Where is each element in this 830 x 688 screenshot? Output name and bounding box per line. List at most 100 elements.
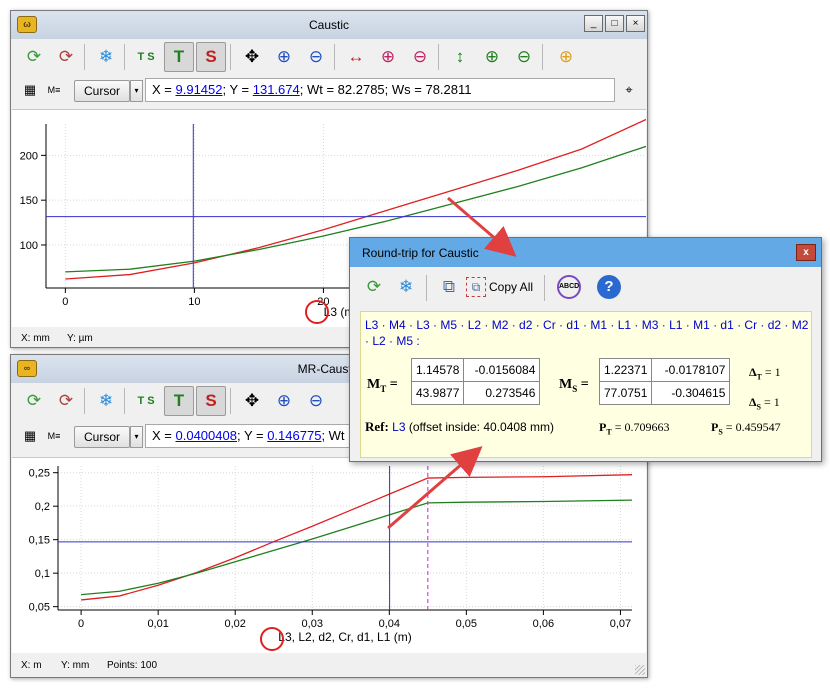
close-button[interactable]: × [626, 15, 645, 32]
mt-label: MT = [367, 377, 398, 394]
ms-a: 1.22371 [598, 358, 653, 382]
help-icon[interactable]: ? [597, 275, 621, 299]
x-tick-label: 0,05 [456, 618, 477, 630]
mt-a: 1.14578 [410, 358, 465, 382]
refresh-icon[interactable]: ⟳ [19, 386, 49, 416]
toolbar-separator [426, 275, 427, 301]
element-path: L3 · M4 · L3 · M5 · L2 · M2 · d2 · Cr · … [365, 318, 809, 348]
round-trip-dialog: Round-trip for Caustic x ⟳ ❄ ⧉ ⧉ Copy Al… [349, 237, 822, 462]
toolbar-separator [84, 388, 85, 414]
y-tick-label: 0,2 [35, 501, 50, 513]
x-axis-label: L3, L2, d2, Cr, d1, L1 (m) [278, 630, 411, 644]
roundtrip-icon[interactable]: ⊕ [551, 42, 581, 72]
readout-x-link[interactable]: 9.91452 [176, 82, 223, 97]
x-tick-label: 0 [62, 296, 68, 308]
ms-matrix: 1.22371 -0.0178107 77.0751 -0.304615 [598, 358, 731, 405]
cursor-mode-dropdown[interactable]: ▾ [130, 426, 143, 448]
plot-s-icon[interactable]: S [196, 386, 226, 416]
x-tick-label: 0,01 [147, 618, 168, 630]
y-tick-label: 0,05 [29, 602, 50, 614]
y-tick-label: 100 [20, 240, 38, 252]
y-tick-label: 0,1 [35, 568, 50, 580]
ms-label: MS = [559, 377, 589, 394]
refresh-all-icon[interactable]: ⟳ [51, 42, 81, 72]
abcd-icon[interactable]: ABCD [557, 275, 581, 299]
fit-both-icon[interactable]: ✥ [237, 386, 267, 416]
status-x-unit: X: m [21, 660, 42, 671]
freeze-icon[interactable]: ❄ [91, 42, 121, 72]
table-view-icon[interactable]: ▦ [21, 427, 39, 445]
x-tick-label: 10 [188, 296, 200, 308]
table-view-icon[interactable]: ▦ [21, 81, 39, 99]
fit-both-icon[interactable]: ✥ [237, 42, 267, 72]
ref-offset: (offset inside: 40.0408 mm) [405, 420, 555, 434]
toolbar-separator [544, 275, 545, 301]
plot-t-icon[interactable]: T [164, 42, 194, 72]
units-icon[interactable]: M≡ [45, 81, 63, 99]
refresh-all-icon[interactable]: ⟳ [51, 386, 81, 416]
ref-element-link[interactable]: L3 [392, 420, 405, 434]
readout-rest: ; Wt = 82.2785; Ws = 78.2811 [299, 82, 472, 97]
fit-x-icon[interactable]: ↔ [341, 42, 371, 72]
y-tick-label: 0,15 [29, 535, 50, 547]
zoom-out-icon[interactable]: ⊖ [301, 386, 331, 416]
delta-t-value: = 1 [761, 365, 781, 379]
dialog-close-button[interactable]: x [796, 244, 816, 261]
toolbar-separator [124, 44, 125, 70]
power-t-value: = 0.709663 [611, 420, 670, 434]
zoom-in-icon[interactable]: ⊕ [269, 42, 299, 72]
maximize-button[interactable]: □ [605, 15, 624, 32]
zoom-in-y-icon[interactable]: ⊕ [477, 42, 507, 72]
plot-t-s-icon[interactable]: T S [131, 42, 161, 72]
power-s-value: = 0.459547 [722, 420, 781, 434]
readout-y-label: ; Y = [236, 428, 268, 443]
zoom-in-x-icon[interactable]: ⊕ [373, 42, 403, 72]
pointer-tool-icon[interactable]: ⌖ [620, 81, 638, 99]
freeze-icon[interactable]: ❄ [91, 386, 121, 416]
status-points: Points: 100 [107, 660, 158, 671]
mr-caustic-plot-area[interactable]: 0 0,01 0,02 0,03 0,04 0,05 0,06 0,07 0,05 0,1 0,15… [12, 457, 646, 653]
readout-y-link[interactable]: 0.146775 [267, 428, 321, 443]
dialog-titlebar[interactable]: Round-trip for Caustic x [350, 238, 821, 267]
mt-matrix: 1.14578 -0.0156084 43.9877 0.273546 [410, 358, 541, 405]
mr-caustic-chart: 0 0,01 0,02 0,03 0,04 0,05 0,06 0,07 0,05 0,1 0,15… [29, 466, 633, 644]
delta-t: ΔT = 1 [749, 365, 781, 381]
zoom-out-icon[interactable]: ⊖ [301, 42, 331, 72]
freeze-icon[interactable]: ❄ [391, 272, 421, 302]
copy-all-label: Copy All [489, 280, 534, 294]
readout-x-label: X = [152, 428, 176, 443]
plot-t-icon[interactable]: T [164, 386, 194, 416]
resize-grip[interactable] [635, 665, 645, 675]
zoom-out-y-icon[interactable]: ⊖ [509, 42, 539, 72]
caustic-titlebar[interactable]: ω Caustic _ □ × [11, 11, 647, 39]
cursor-readout: X = 0.0400408; Y = 0.146775; Wt [145, 424, 355, 448]
reference-line: Ref: L3 (offset inside: 40.0408 mm) [365, 419, 554, 435]
toolbar-separator [84, 44, 85, 70]
x-tick-label: 0,07 [610, 618, 631, 630]
cursor-mode-dropdown[interactable]: ▾ [130, 80, 143, 102]
cursor-mode-select[interactable]: Cursor [74, 426, 130, 448]
zoom-in-icon[interactable]: ⊕ [269, 386, 299, 416]
cursor-mode-select[interactable]: Cursor [74, 80, 130, 102]
dialog-info-panel: L3 · M4 · L3 · M5 · L2 · M2 · d2 · Cr · … [360, 311, 812, 458]
ms-c: 77.0751 [598, 381, 653, 405]
copy-icon[interactable]: ⧉ [434, 272, 464, 302]
status-y-unit: Y: µm [67, 333, 93, 344]
zoom-out-x-icon[interactable]: ⊖ [405, 42, 435, 72]
readout-y-link[interactable]: 131.674 [253, 82, 300, 97]
units-icon[interactable]: M≡ [45, 427, 63, 445]
copy-all-button[interactable]: ⧉ Copy All [466, 275, 533, 299]
plot-s-icon[interactable]: S [196, 42, 226, 72]
plot-t-s-icon[interactable]: T S [131, 386, 161, 416]
minimize-button[interactable]: _ [584, 15, 603, 32]
readout-x-link[interactable]: 0.0400408 [176, 428, 237, 443]
refresh-icon[interactable]: ⟳ [19, 42, 49, 72]
mt-b: -0.0156084 [463, 358, 541, 382]
x-tick-label: 0 [78, 618, 84, 630]
fit-y-icon[interactable]: ↕ [445, 42, 475, 72]
toolbar-separator [334, 44, 335, 70]
copy-all-icon: ⧉ [466, 277, 486, 297]
toolbar-separator [230, 44, 231, 70]
ms-d: -0.304615 [651, 381, 731, 405]
refresh-icon[interactable]: ⟳ [359, 272, 389, 302]
